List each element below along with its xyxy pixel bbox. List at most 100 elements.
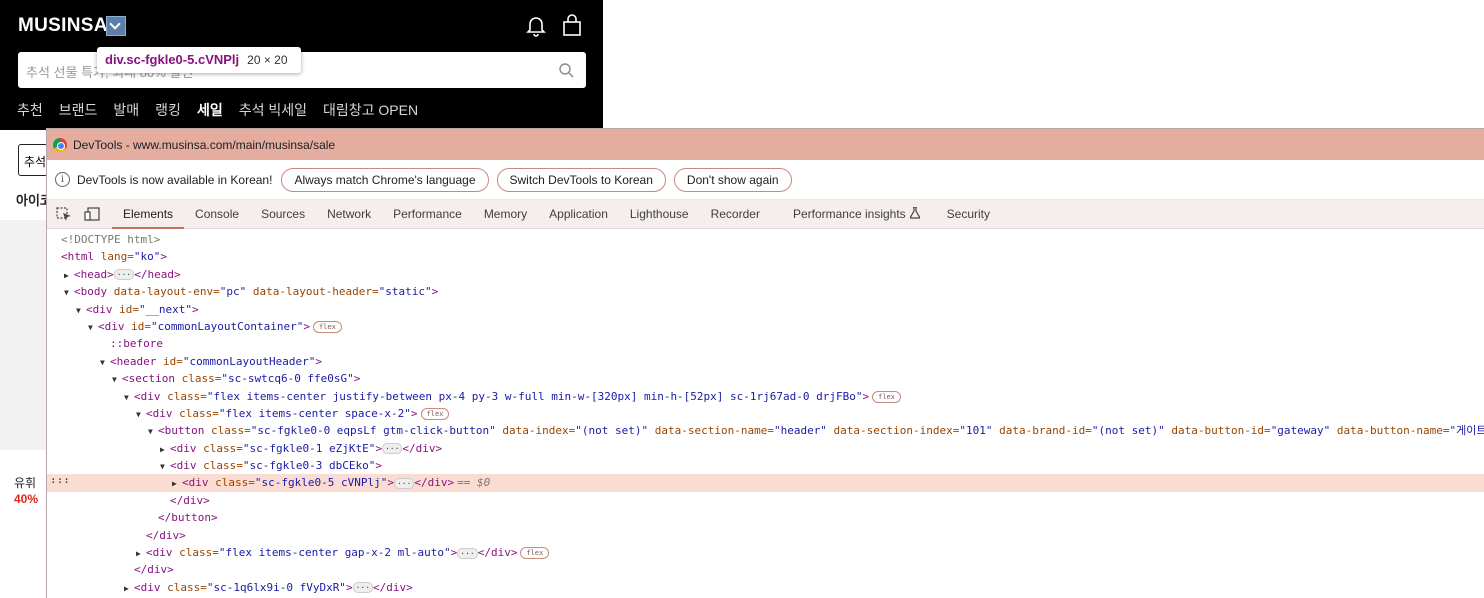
tree-line-d3[interactable]: ▼ <div class="sc-fgkle0-3 dbCEko"> (47, 457, 1484, 474)
switch-to-korean-button[interactable]: Switch DevTools to Korean (496, 167, 666, 192)
tab-sources[interactable]: Sources (250, 200, 316, 229)
nav-item-release[interactable]: 발매 (113, 100, 139, 120)
collapse-arrow-icon[interactable]: ▼ (124, 389, 134, 406)
tag-div-close: </div> (414, 476, 455, 490)
console-ref: == $0 (457, 476, 491, 490)
tree-line-gap[interactable]: ▶ <div class="flex items-center gap-x-2 m… (47, 544, 1484, 561)
val-class: "sc-fgkle0-5 cVNPlj" (254, 476, 388, 490)
tab-performance-insights[interactable]: Performance insights (782, 200, 924, 229)
tree-line-d5-selected[interactable]: ··· ▶ <div class="sc-fgkle0-5 cVNPlj"> ··· <… (47, 474, 1484, 492)
tree-line-container[interactable]: ▼ <div id="commonLayoutContainer"> flex (47, 318, 1484, 335)
nav-item-daelim-open[interactable]: 대림창고 OPEN (323, 100, 418, 120)
val-section-name: "header" (773, 424, 827, 438)
val-layout-env: "pc" (219, 285, 247, 299)
collapse-arrow-icon[interactable]: ▼ (160, 458, 170, 475)
devtools-titlebar[interactable]: DevTools - www.musinsa.com/main/musinsa/… (47, 129, 1484, 160)
tab-network[interactable]: Network (316, 200, 382, 229)
collapsed-dots-icon[interactable]: ··· (352, 582, 374, 594)
tag-gt: > (191, 302, 199, 316)
collapse-arrow-icon[interactable]: ▼ (136, 406, 146, 423)
tree-line-button[interactable]: ▼ <button class="sc-fgkle0-0 eqpsLf gtm-c… (47, 422, 1484, 439)
collapse-arrow-icon[interactable]: ▼ (148, 423, 158, 440)
tree-line-flex-close[interactable]: </div> (47, 561, 1484, 578)
tree-line-head[interactable]: ▶ <head> ··· </head> (47, 266, 1484, 283)
nav-item-brand[interactable]: 브랜드 (59, 100, 98, 120)
tree-line-space-close[interactable]: </div> (47, 527, 1484, 544)
tab-lighthouse[interactable]: Lighthouse (619, 200, 700, 229)
flex-badge[interactable]: flex (420, 407, 450, 420)
tab-security[interactable]: Security (936, 200, 1001, 229)
nav-item-chuseok-sale[interactable]: 추석 빅세일 (239, 100, 307, 120)
tag-button-close: </button> (158, 511, 218, 525)
attr-class: class= (172, 406, 219, 420)
tag-gt: > (431, 285, 439, 299)
collapsed-dots-icon[interactable]: ··· (393, 477, 415, 489)
collapse-arrow-icon[interactable]: ▼ (76, 302, 86, 319)
info-text: DevTools is now available in Korean! (77, 172, 273, 187)
tree-line-space[interactable]: ▼ <div class="flex items-center space-x-2… (47, 405, 1484, 422)
tab-application[interactable]: Application (538, 200, 619, 229)
tree-line-section[interactable]: ▼ <section class="sc-swtcq6-0 ffe0sG"> (47, 370, 1484, 387)
tree-line-d3-close[interactable]: </div> (47, 492, 1484, 509)
tree-line-body[interactable]: ▼ <body data-layout-env="pc" data-layout-… (47, 283, 1484, 300)
collapse-arrow-icon[interactable]: ▼ (100, 354, 110, 371)
gateway-button[interactable] (106, 16, 126, 36)
shopping-bag-icon[interactable] (562, 14, 582, 36)
tag-header: <header (110, 354, 157, 368)
val-class: "sc-fgkle0-3 dbCEko" (242, 459, 376, 473)
nav-item-sale[interactable]: 세일 (197, 100, 223, 120)
tab-memory[interactable]: Memory (473, 200, 538, 229)
collapsed-dots-icon[interactable]: ··· (457, 547, 478, 559)
tag-gt: > (410, 406, 418, 420)
val-button-name: "게이트웨이" (1449, 424, 1484, 438)
expand-arrow-icon[interactable]: ▶ (136, 545, 146, 562)
collapse-arrow-icon[interactable]: ▼ (64, 284, 74, 301)
val-lang: "ko" (133, 250, 161, 264)
flex-badge[interactable]: flex (520, 547, 550, 560)
expand-arrow-icon[interactable]: ▶ (124, 580, 134, 597)
tree-line-before[interactable]: ::before (47, 335, 1484, 352)
always-match-language-button[interactable]: Always match Chrome's language (281, 167, 489, 192)
nav-item-ranking[interactable]: 랭킹 (155, 100, 181, 120)
tag-div: <div (134, 580, 161, 594)
product-name[interactable]: 유휘 (14, 474, 36, 491)
language-infobar: i DevTools is now available in Korean! A… (47, 160, 1484, 200)
tab-performance[interactable]: Performance (382, 200, 473, 229)
expand-arrow-icon[interactable]: ▶ (160, 441, 170, 458)
tag-gt: > (375, 441, 382, 455)
tree-line-d1[interactable]: ▶ <div class="sc-fgkle0-1 eZjKtE"> ··· </di… (47, 440, 1484, 457)
musinsa-logo[interactable]: MUSINSA (18, 15, 108, 37)
tag-div: <div (98, 319, 125, 333)
tab-console[interactable]: Console (184, 200, 250, 229)
tag-gt: > (375, 459, 382, 473)
tree-line-doctype[interactable]: <!DOCTYPE html> (47, 231, 1484, 248)
nav-item-recommend[interactable]: 추천 (17, 100, 43, 120)
collapse-arrow-icon[interactable]: ▼ (88, 319, 98, 336)
tree-line-button-close[interactable]: </button> (47, 509, 1484, 526)
tree-line-next[interactable]: ▼ <div id="__next"> (47, 301, 1484, 318)
dont-show-again-button[interactable]: Don't show again (673, 167, 792, 192)
search-icon[interactable] (558, 62, 574, 78)
expand-arrow-icon[interactable]: ▶ (172, 475, 182, 492)
device-toolbar-icon[interactable] (84, 207, 100, 221)
tree-line-header[interactable]: ▼ <header id="commonLayoutHeader"> (47, 353, 1484, 370)
product-image[interactable] (0, 220, 47, 450)
collapse-arrow-icon[interactable]: ▼ (112, 371, 122, 388)
tag-section: <section (122, 372, 175, 386)
tag-gt: > (387, 476, 394, 490)
expand-arrow-icon[interactable]: ▶ (64, 267, 74, 284)
tree-line-html[interactable]: <html lang="ko"> (47, 248, 1484, 265)
tag-gt: > (353, 372, 361, 386)
bell-icon[interactable] (526, 15, 546, 37)
inspect-element-icon[interactable] (56, 207, 72, 221)
flex-badge[interactable]: flex (872, 390, 901, 403)
tab-elements[interactable]: Elements (112, 200, 185, 229)
chevron-down-icon (109, 18, 121, 30)
collapsed-dots-icon[interactable]: ··· (381, 443, 403, 455)
collapsed-dots-icon[interactable]: ··· (113, 269, 135, 281)
pseudo-before: ::before (110, 337, 163, 351)
flex-badge[interactable]: flex (312, 320, 342, 333)
tab-recorder[interactable]: Recorder (700, 200, 771, 229)
tree-line-last[interactable]: ▶ <div class="sc-1q6lx9i-0 fVyDxR"> ··· </d… (47, 579, 1484, 596)
tree-line-flex-wrapper[interactable]: ▼ <div class="flex items-center justify-b… (47, 388, 1484, 405)
